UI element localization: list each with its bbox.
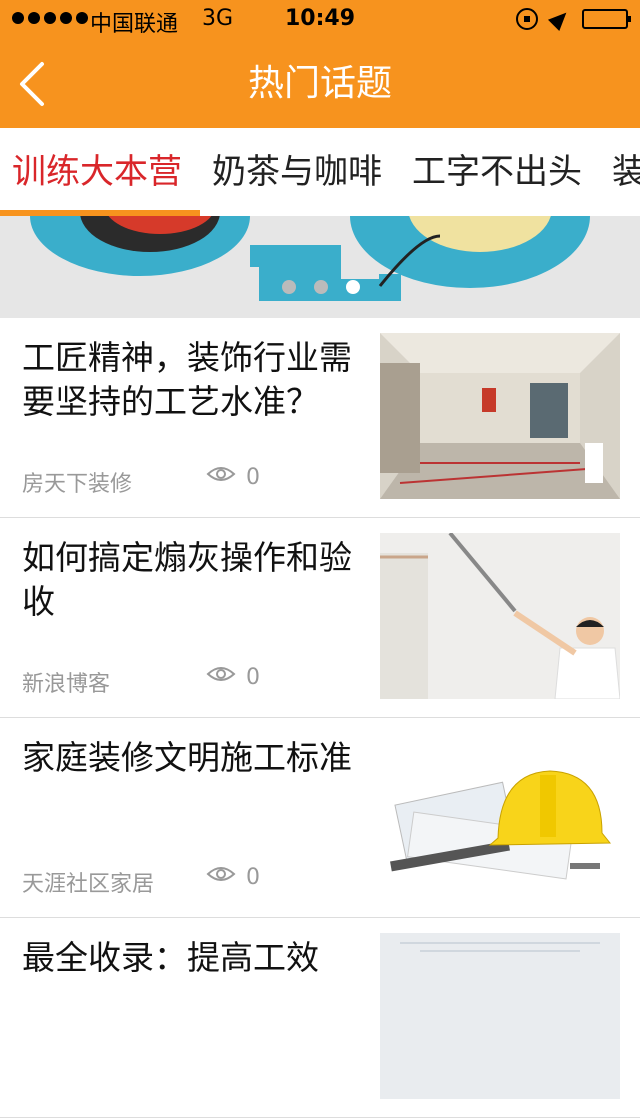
carousel-pagination xyxy=(282,280,360,294)
eye-icon xyxy=(206,864,236,890)
wall-inspection-photo xyxy=(380,533,620,699)
eye-icon xyxy=(206,464,236,490)
tab-training-camp[interactable]: 训练大本营 xyxy=(12,128,182,216)
empty-room-photo xyxy=(380,333,620,499)
article-title: 工匠精神，装饰行业需要坚持的工艺水准？ xyxy=(22,338,352,421)
blueprint-photo xyxy=(380,933,620,1099)
article-thumbnail xyxy=(380,533,620,699)
list-item[interactable]: 如何搞定煽灰操作和验收 新浪博客 0 xyxy=(0,518,640,718)
back-button[interactable] xyxy=(14,60,54,108)
chevron-left-icon xyxy=(20,62,44,106)
article-list: 工匠精神，装饰行业需要坚持的工艺水准？ 房天下装修 0 如何搞定煽灰操作和验收 … xyxy=(0,318,640,1118)
banner-carousel[interactable] xyxy=(0,216,640,318)
status-bar: 中国联通 3G 10:49 xyxy=(0,0,640,40)
tab-gong-zi[interactable]: 工字不出头 xyxy=(412,128,582,216)
article-source: 新浪博客 xyxy=(22,672,111,697)
view-count: 0 xyxy=(206,464,260,490)
article-title: 如何搞定煽灰操作和验收 xyxy=(22,538,352,621)
banner-image xyxy=(0,216,640,318)
view-count: 0 xyxy=(206,864,260,890)
article-thumbnail xyxy=(380,933,620,1099)
article-thumbnail xyxy=(380,333,620,499)
navigation-bar: 热门话题 xyxy=(0,40,640,128)
eye-icon xyxy=(206,664,236,690)
pagination-dot[interactable] xyxy=(282,280,296,294)
battery-icon xyxy=(582,9,631,29)
tab-milk-tea-coffee[interactable]: 奶茶与咖啡 xyxy=(212,128,382,216)
article-title: 家庭装修文明施工标准 xyxy=(22,738,352,777)
topic-tab-bar: 训练大本营 奶茶与咖啡 工字不出头 装 xyxy=(0,128,640,216)
article-thumbnail xyxy=(380,733,620,899)
view-count: 0 xyxy=(206,664,260,690)
page-title: 热门话题 xyxy=(247,63,392,104)
view-count-value: 0 xyxy=(246,464,260,490)
tab-decoration[interactable]: 装 xyxy=(612,128,640,216)
location-arrow-icon xyxy=(547,6,573,32)
view-count-value: 0 xyxy=(246,664,260,690)
article-source: 房天下装修 xyxy=(22,472,133,497)
pagination-dot-active[interactable] xyxy=(346,280,360,294)
orientation-lock-icon xyxy=(516,8,538,30)
article-source: 天涯社区家居 xyxy=(22,872,155,897)
list-item[interactable]: 工匠精神，装饰行业需要坚持的工艺水准？ 房天下装修 0 xyxy=(0,318,640,518)
hard-hat-blueprints-photo xyxy=(380,733,620,899)
pagination-dot[interactable] xyxy=(314,280,328,294)
article-title: 最全收录：提高工效 xyxy=(22,938,319,977)
view-count-value: 0 xyxy=(246,864,260,890)
list-item[interactable]: 家庭装修文明施工标准 天涯社区家居 0 xyxy=(0,718,640,918)
list-item[interactable]: 最全收录：提高工效 xyxy=(0,918,640,1118)
